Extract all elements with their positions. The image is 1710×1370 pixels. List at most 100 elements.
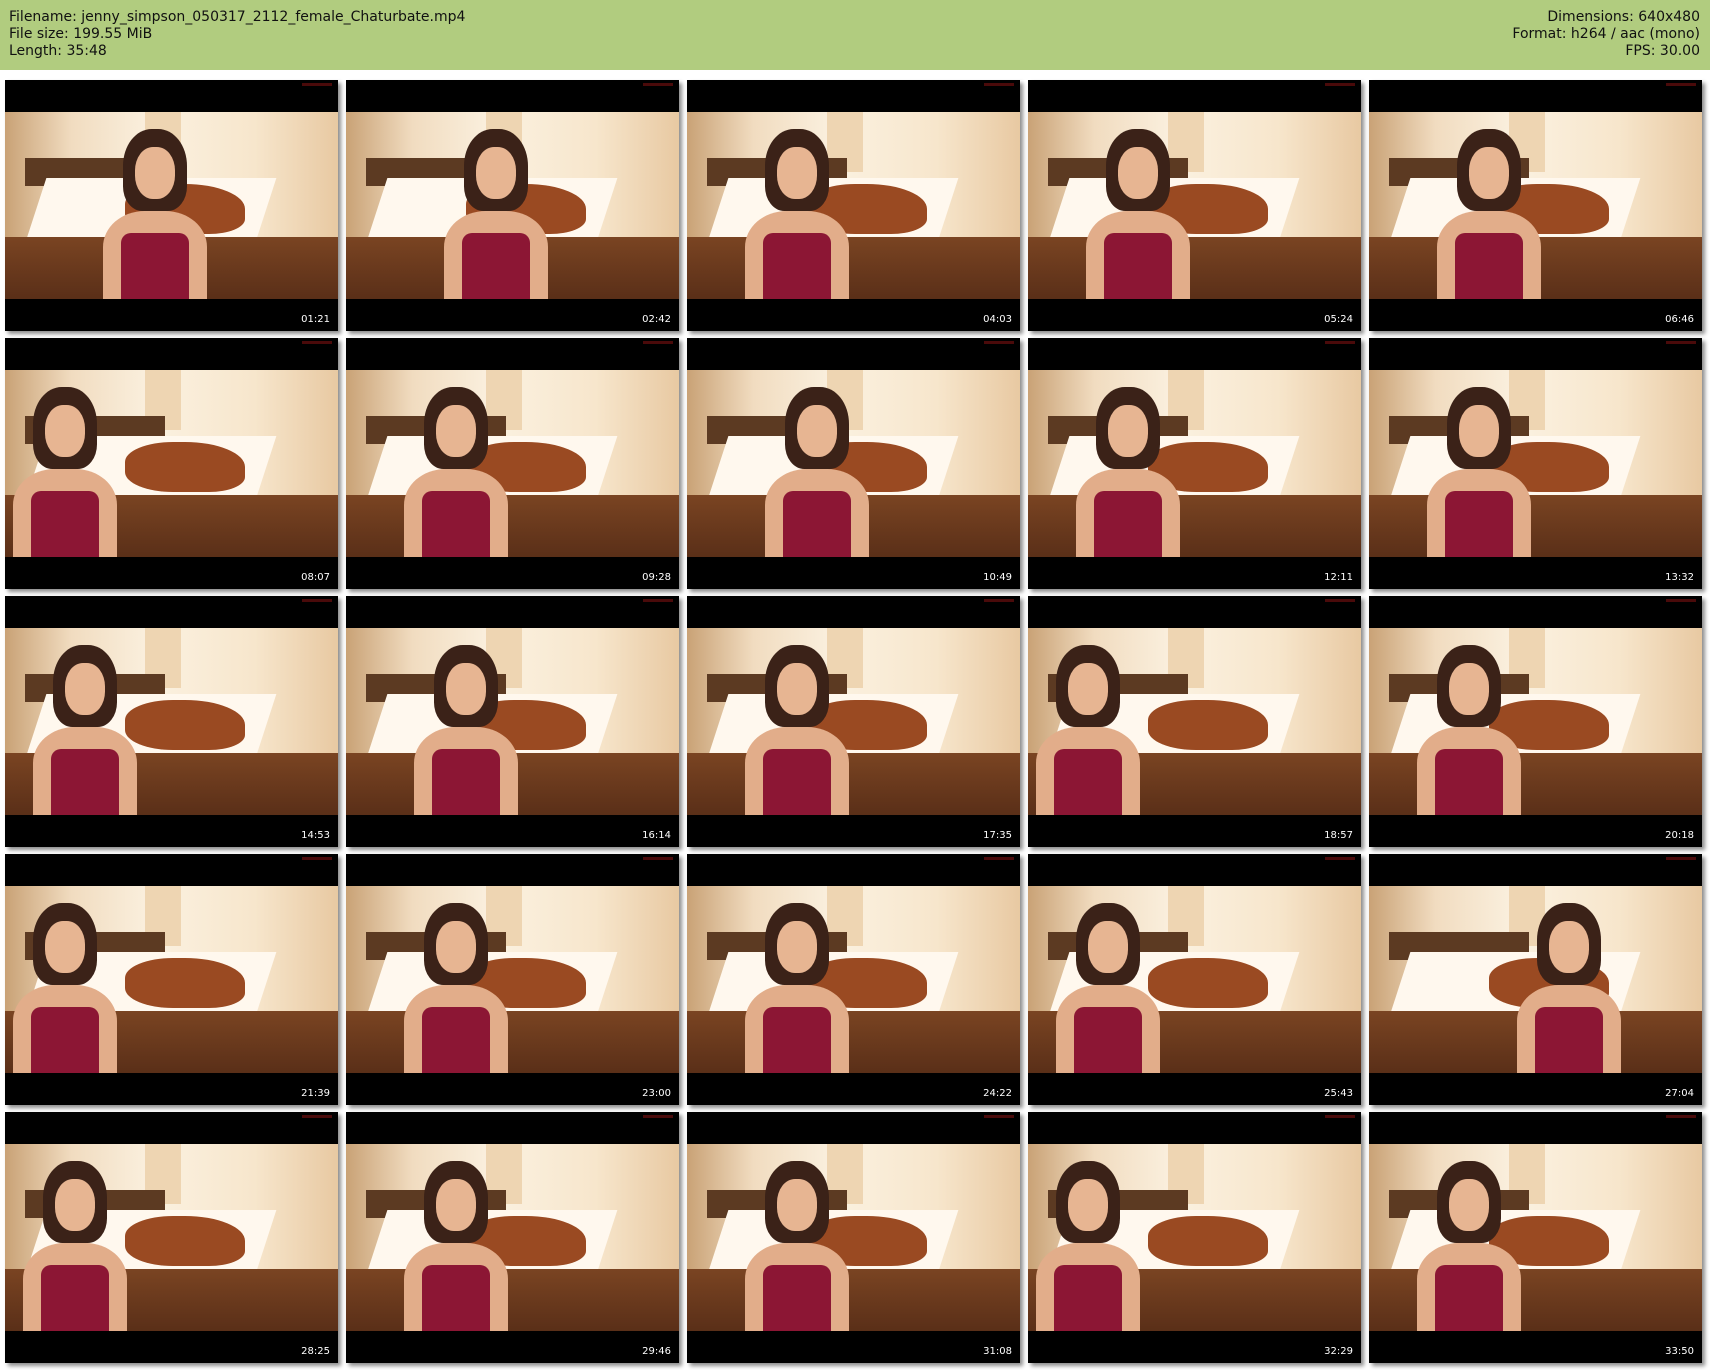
video-thumbnail[interactable]: 05:24 xyxy=(1028,80,1361,331)
person-figure xyxy=(95,129,215,299)
timestamp: 27:04 xyxy=(1665,1088,1694,1099)
fps: FPS: 30.00 xyxy=(1625,43,1700,59)
watermark xyxy=(1666,1115,1696,1118)
file-size: File size: 199.55 MiB xyxy=(9,26,153,42)
watermark xyxy=(1666,83,1696,86)
timestamp: 14:53 xyxy=(301,830,330,841)
video-thumbnail[interactable]: 23:00 xyxy=(346,854,679,1105)
person-figure xyxy=(25,645,145,815)
person-figure xyxy=(1078,129,1198,299)
watermark xyxy=(984,83,1014,86)
person-figure xyxy=(1028,645,1148,815)
person-figure xyxy=(1048,903,1168,1073)
frame-image xyxy=(1369,1144,1702,1331)
video-thumbnail[interactable]: 18:57 xyxy=(1028,596,1361,847)
timestamp: 31:08 xyxy=(983,1346,1012,1357)
watermark xyxy=(1666,857,1696,860)
person-figure xyxy=(1419,387,1539,557)
video-thumbnail[interactable]: 13:32 xyxy=(1369,338,1702,589)
file-info: Filename: jenny_simpson_050317_2112_fema… xyxy=(9,9,465,60)
video-thumbnail[interactable]: 21:39 xyxy=(5,854,338,1105)
timestamp: 08:07 xyxy=(301,572,330,583)
video-thumbnail[interactable]: 06:46 xyxy=(1369,80,1702,331)
frame-image xyxy=(1369,112,1702,299)
video-thumbnail[interactable]: 29:46 xyxy=(346,1112,679,1363)
timestamp: 16:14 xyxy=(642,830,671,841)
video-thumbnail[interactable]: 32:29 xyxy=(1028,1112,1361,1363)
watermark xyxy=(1666,599,1696,602)
person-figure xyxy=(15,1161,135,1331)
person-figure xyxy=(1028,1161,1148,1331)
frame-image xyxy=(687,886,1020,1073)
frame-image xyxy=(1369,370,1702,557)
filename: Filename: jenny_simpson_050317_2112_fema… xyxy=(9,9,466,25)
watermark xyxy=(302,1115,332,1118)
person-figure xyxy=(396,903,516,1073)
stream-info: Dimensions: 640x480 Format: h264 / aac (… xyxy=(1512,9,1700,60)
timestamp: 28:25 xyxy=(301,1346,330,1357)
format: Format: h264 / aac (mono) xyxy=(1512,26,1700,42)
person-figure xyxy=(757,387,877,557)
watermark xyxy=(302,341,332,344)
person-figure xyxy=(737,903,857,1073)
timestamp: 09:28 xyxy=(642,572,671,583)
timestamp: 05:24 xyxy=(1324,314,1353,325)
watermark xyxy=(1325,857,1355,860)
person-figure xyxy=(1429,129,1549,299)
video-thumbnail[interactable]: 28:25 xyxy=(5,1112,338,1363)
watermark xyxy=(643,599,673,602)
timestamp: 21:39 xyxy=(301,1088,330,1099)
info-header: Filename: jenny_simpson_050317_2112_fema… xyxy=(0,0,1710,70)
watermark xyxy=(984,1115,1014,1118)
video-thumbnail[interactable]: 20:18 xyxy=(1369,596,1702,847)
frame-image xyxy=(5,112,338,299)
video-thumbnail[interactable]: 02:42 xyxy=(346,80,679,331)
timestamp: 23:00 xyxy=(642,1088,671,1099)
person-figure xyxy=(5,903,125,1073)
watermark xyxy=(984,599,1014,602)
timestamp: 12:11 xyxy=(1324,572,1353,583)
frame-image xyxy=(687,1144,1020,1331)
video-thumbnail[interactable]: 31:08 xyxy=(687,1112,1020,1363)
frame-image xyxy=(1028,370,1361,557)
video-thumbnail[interactable]: 09:28 xyxy=(346,338,679,589)
video-thumbnail[interactable]: 12:11 xyxy=(1028,338,1361,589)
watermark xyxy=(1666,341,1696,344)
person-figure xyxy=(406,645,526,815)
dimensions: Dimensions: 640x480 xyxy=(1547,9,1700,25)
frame-image xyxy=(5,886,338,1073)
video-thumbnail[interactable]: 10:49 xyxy=(687,338,1020,589)
frame-image xyxy=(687,112,1020,299)
timestamp: 29:46 xyxy=(642,1346,671,1357)
video-thumbnail[interactable]: 25:43 xyxy=(1028,854,1361,1105)
timestamp: 17:35 xyxy=(983,830,1012,841)
frame-image xyxy=(687,628,1020,815)
person-figure xyxy=(737,129,857,299)
timestamp: 13:32 xyxy=(1665,572,1694,583)
video-thumbnail[interactable]: 08:07 xyxy=(5,338,338,589)
timestamp: 01:21 xyxy=(301,314,330,325)
watermark xyxy=(1325,341,1355,344)
watermark xyxy=(302,83,332,86)
watermark xyxy=(1325,1115,1355,1118)
video-thumbnail[interactable]: 14:53 xyxy=(5,596,338,847)
video-thumbnail[interactable]: 24:22 xyxy=(687,854,1020,1105)
person-figure xyxy=(396,387,516,557)
video-thumbnail[interactable]: 33:50 xyxy=(1369,1112,1702,1363)
frame-image xyxy=(687,370,1020,557)
video-thumbnail[interactable]: 17:35 xyxy=(687,596,1020,847)
person-figure xyxy=(1409,645,1529,815)
video-thumbnail[interactable]: 01:21 xyxy=(5,80,338,331)
video-thumbnail[interactable]: 27:04 xyxy=(1369,854,1702,1105)
person-figure xyxy=(1409,1161,1529,1331)
frame-image xyxy=(1369,886,1702,1073)
frame-image xyxy=(346,628,679,815)
person-figure xyxy=(737,645,857,815)
person-figure xyxy=(1068,387,1188,557)
thumbnail-grid: 01:21 02:42 04:03 05:24 06:46 08:07 09:2… xyxy=(5,80,1702,1363)
person-figure xyxy=(436,129,556,299)
timestamp: 25:43 xyxy=(1324,1088,1353,1099)
video-thumbnail[interactable]: 04:03 xyxy=(687,80,1020,331)
video-thumbnail[interactable]: 16:14 xyxy=(346,596,679,847)
timestamp: 10:49 xyxy=(983,572,1012,583)
